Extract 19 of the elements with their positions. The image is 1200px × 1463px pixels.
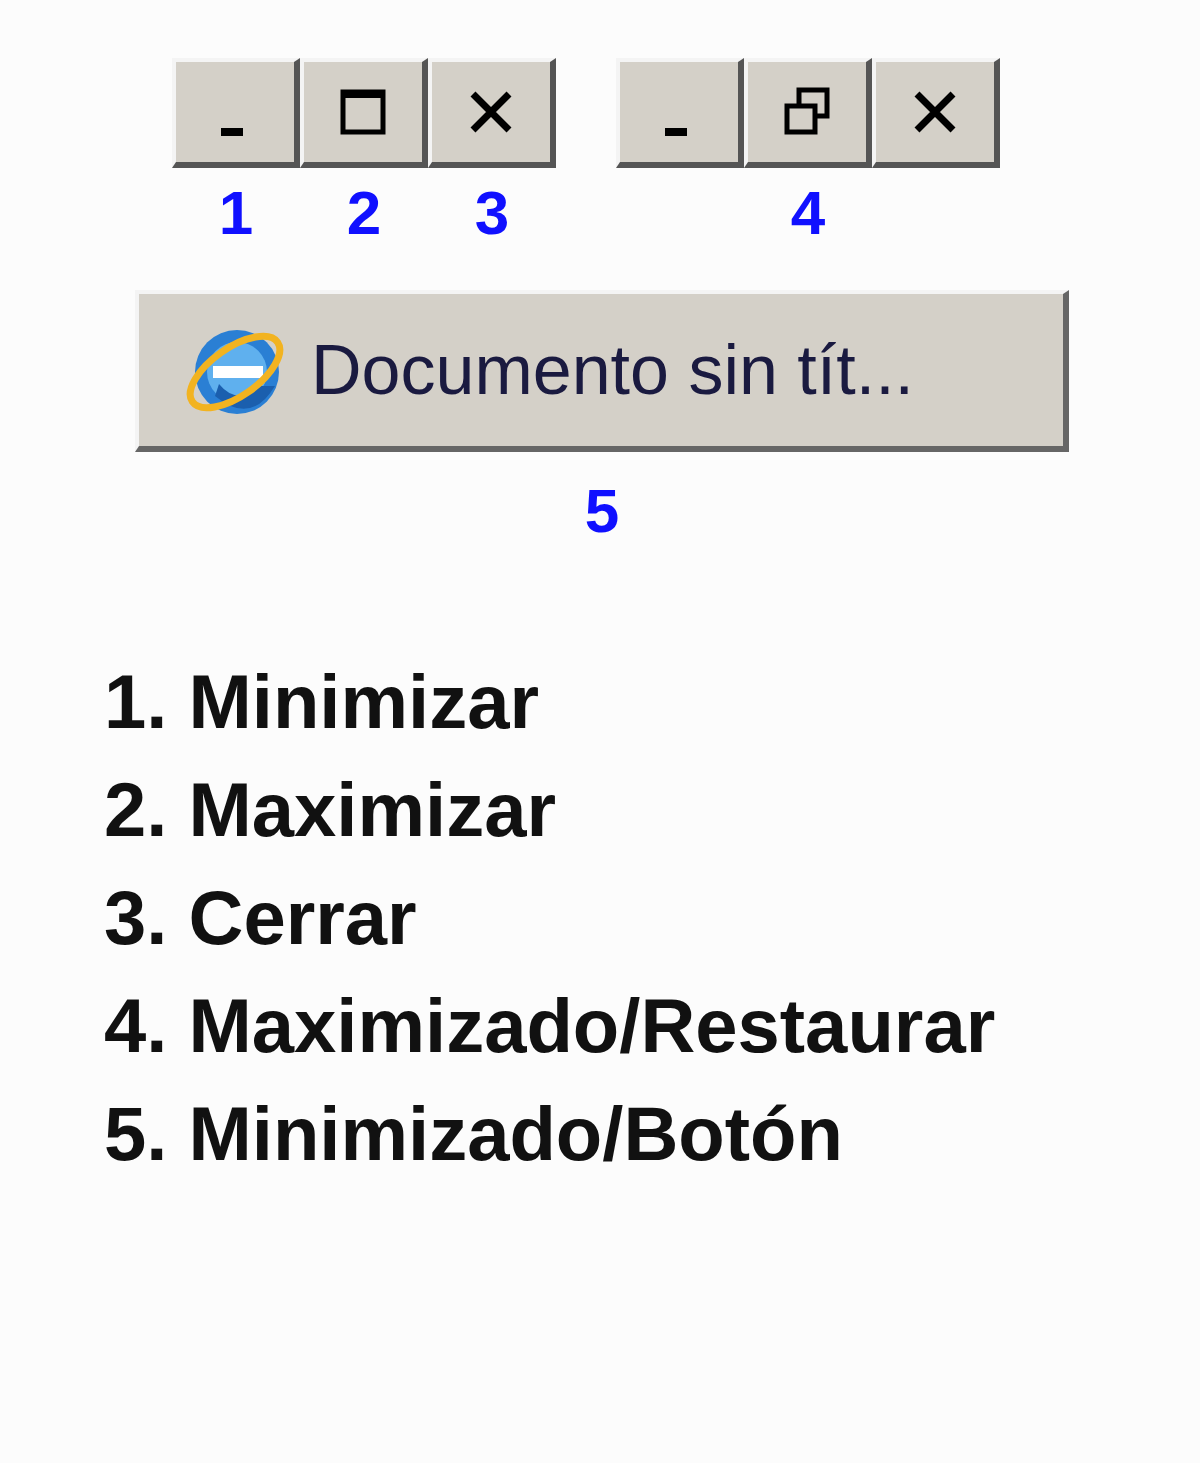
minimize-icon <box>221 128 243 136</box>
legend-item: 2. Maximizar <box>104 770 557 850</box>
legend-item: 4. Maximizado/Restaurar <box>104 986 997 1066</box>
legend-item: 3. Cerrar <box>104 878 418 958</box>
close-button[interactable] <box>428 58 556 168</box>
legend-item: 1. Minimizar <box>104 662 540 742</box>
number-label: 1 <box>218 182 254 244</box>
close-button[interactable] <box>872 58 1000 168</box>
maximize-button[interactable] <box>300 58 428 168</box>
number-label: 4 <box>790 182 826 244</box>
number-label: 3 <box>474 182 510 244</box>
legend-item: 5. Minimizado/Botón <box>104 1094 844 1174</box>
number-label: 5 <box>584 480 620 542</box>
restore-button[interactable] <box>744 58 872 168</box>
minimize-icon <box>665 128 687 136</box>
number-label: 2 <box>346 182 382 244</box>
minimize-button[interactable] <box>172 58 300 168</box>
minimize-button[interactable] <box>616 58 744 168</box>
taskbar-button[interactable]: Documento sin tít... <box>135 290 1069 452</box>
